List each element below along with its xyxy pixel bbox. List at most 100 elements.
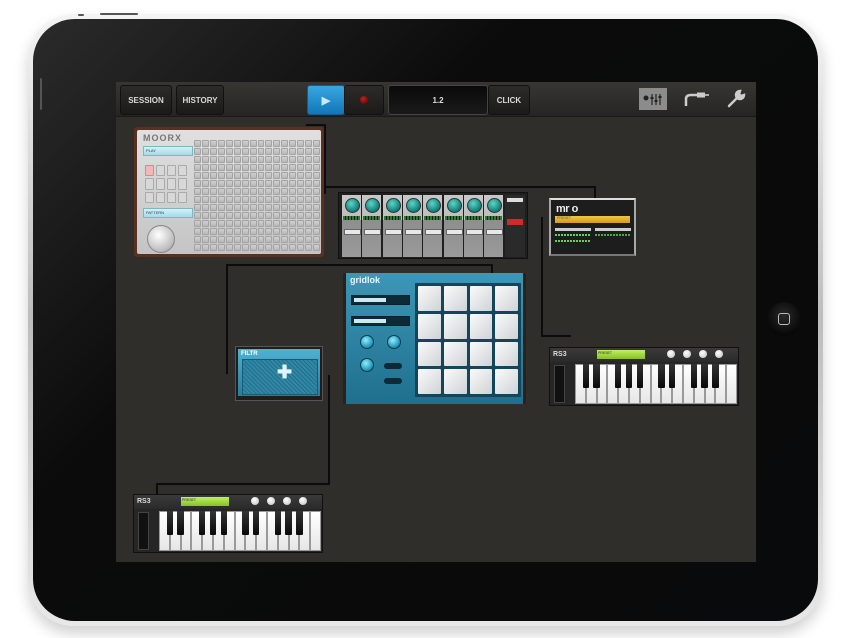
step-cell[interactable] <box>313 140 320 147</box>
black-key[interactable] <box>274 511 282 535</box>
step-cell[interactable] <box>209 164 217 171</box>
step-cell[interactable] <box>194 140 201 147</box>
gridlok-knob[interactable] <box>360 358 374 372</box>
channel-fader[interactable] <box>364 229 382 235</box>
step-cell[interactable] <box>297 196 305 203</box>
step-cell[interactable] <box>313 236 320 243</box>
step-cell[interactable] <box>265 244 273 251</box>
drum-pad[interactable] <box>495 313 518 339</box>
settings-button[interactable] <box>724 88 748 110</box>
step-cell[interactable] <box>257 220 265 227</box>
step-cell[interactable] <box>281 220 289 227</box>
step-cell[interactable] <box>305 156 313 163</box>
black-key[interactable] <box>625 364 633 388</box>
record-button[interactable] <box>344 85 384 115</box>
step-cell[interactable] <box>265 204 273 211</box>
step-cell[interactable] <box>265 196 273 203</box>
mixer-channel[interactable] <box>382 195 402 257</box>
step-cell[interactable] <box>289 220 297 227</box>
step-cell[interactable] <box>194 244 201 251</box>
step-cell[interactable] <box>233 204 241 211</box>
step-cell[interactable] <box>241 148 249 155</box>
step-cell[interactable] <box>257 212 265 219</box>
step-cell[interactable] <box>281 156 289 163</box>
drum-pad[interactable] <box>418 286 441 311</box>
step-cell[interactable] <box>249 236 257 243</box>
black-key[interactable] <box>209 511 217 535</box>
step-cell[interactable] <box>241 172 249 179</box>
step-cell[interactable] <box>273 188 281 195</box>
step-cell[interactable] <box>241 212 249 219</box>
step-cell[interactable] <box>217 164 225 171</box>
drum-pad[interactable] <box>443 341 467 367</box>
step-cell[interactable] <box>265 212 273 219</box>
step-cell[interactable] <box>289 236 297 243</box>
step-cell[interactable] <box>281 148 289 155</box>
drum-pad[interactable] <box>469 369 493 394</box>
drum-pad[interactable] <box>495 369 518 394</box>
step-cell[interactable] <box>209 244 217 251</box>
step-cell[interactable] <box>249 172 257 179</box>
step-cell[interactable] <box>194 228 201 235</box>
channel-fader[interactable] <box>465 229 483 235</box>
step-cell[interactable] <box>194 212 201 219</box>
step-cell[interactable] <box>305 212 313 219</box>
play-button[interactable]: ▶ <box>307 85 345 115</box>
step-cell[interactable] <box>305 140 313 147</box>
pad[interactable] <box>178 165 187 177</box>
step-cell[interactable] <box>241 244 249 251</box>
step-cell[interactable] <box>257 188 265 195</box>
step-cell[interactable] <box>249 228 257 235</box>
rs3-knob[interactable] <box>283 497 291 505</box>
step-cell[interactable] <box>201 180 209 187</box>
channel-knob[interactable] <box>385 198 401 213</box>
step-cell[interactable] <box>233 172 241 179</box>
moorx-device[interactable]: MOORX PLAY PATTERN <box>134 127 324 257</box>
step-cell[interactable] <box>209 140 217 147</box>
step-cell[interactable] <box>257 140 265 147</box>
black-key[interactable] <box>668 364 676 388</box>
step-cell[interactable] <box>265 172 273 179</box>
step-cell[interactable] <box>297 228 305 235</box>
step-cell[interactable] <box>289 156 297 163</box>
step-cell[interactable] <box>313 212 320 219</box>
rs3-keyboard-left[interactable]: RS3 PRESET <box>133 494 323 553</box>
step-cell[interactable] <box>225 236 233 243</box>
step-cell[interactable] <box>201 156 209 163</box>
step-cell[interactable] <box>297 188 305 195</box>
step-cell[interactable] <box>194 148 201 155</box>
pad[interactable] <box>167 165 176 177</box>
step-cell[interactable] <box>217 148 225 155</box>
drum-pad[interactable] <box>495 286 518 311</box>
step-cell[interactable] <box>289 180 297 187</box>
step-cell[interactable] <box>241 196 249 203</box>
black-key[interactable] <box>242 511 249 535</box>
step-cell[interactable] <box>257 164 265 171</box>
step-cell[interactable] <box>201 188 209 195</box>
step-cell[interactable] <box>217 180 225 187</box>
black-key[interactable] <box>712 364 719 388</box>
step-cell[interactable] <box>297 212 305 219</box>
pad[interactable] <box>145 178 154 190</box>
step-cell[interactable] <box>305 180 313 187</box>
pad[interactable] <box>167 178 176 190</box>
step-cell[interactable] <box>241 140 249 147</box>
rs3-keyboard-right[interactable]: RS3 PRESET <box>549 347 739 406</box>
step-cell[interactable] <box>305 196 313 203</box>
step-cell[interactable] <box>273 140 281 147</box>
mro-device[interactable]: mr o PRESET <box>549 198 636 256</box>
step-cell[interactable] <box>194 236 201 243</box>
mixer-channel[interactable] <box>443 195 463 257</box>
rs3-knob[interactable] <box>699 350 707 358</box>
step-cell[interactable] <box>313 164 320 171</box>
step-cell[interactable] <box>313 148 320 155</box>
pad[interactable] <box>178 191 187 203</box>
black-key[interactable] <box>658 364 665 388</box>
pad[interactable] <box>145 165 154 177</box>
step-cell[interactable] <box>297 140 305 147</box>
step-cell[interactable] <box>273 228 281 235</box>
step-cell[interactable] <box>225 212 233 219</box>
pad[interactable] <box>178 178 187 190</box>
step-cell[interactable] <box>281 140 289 147</box>
step-cell[interactable] <box>313 204 320 211</box>
